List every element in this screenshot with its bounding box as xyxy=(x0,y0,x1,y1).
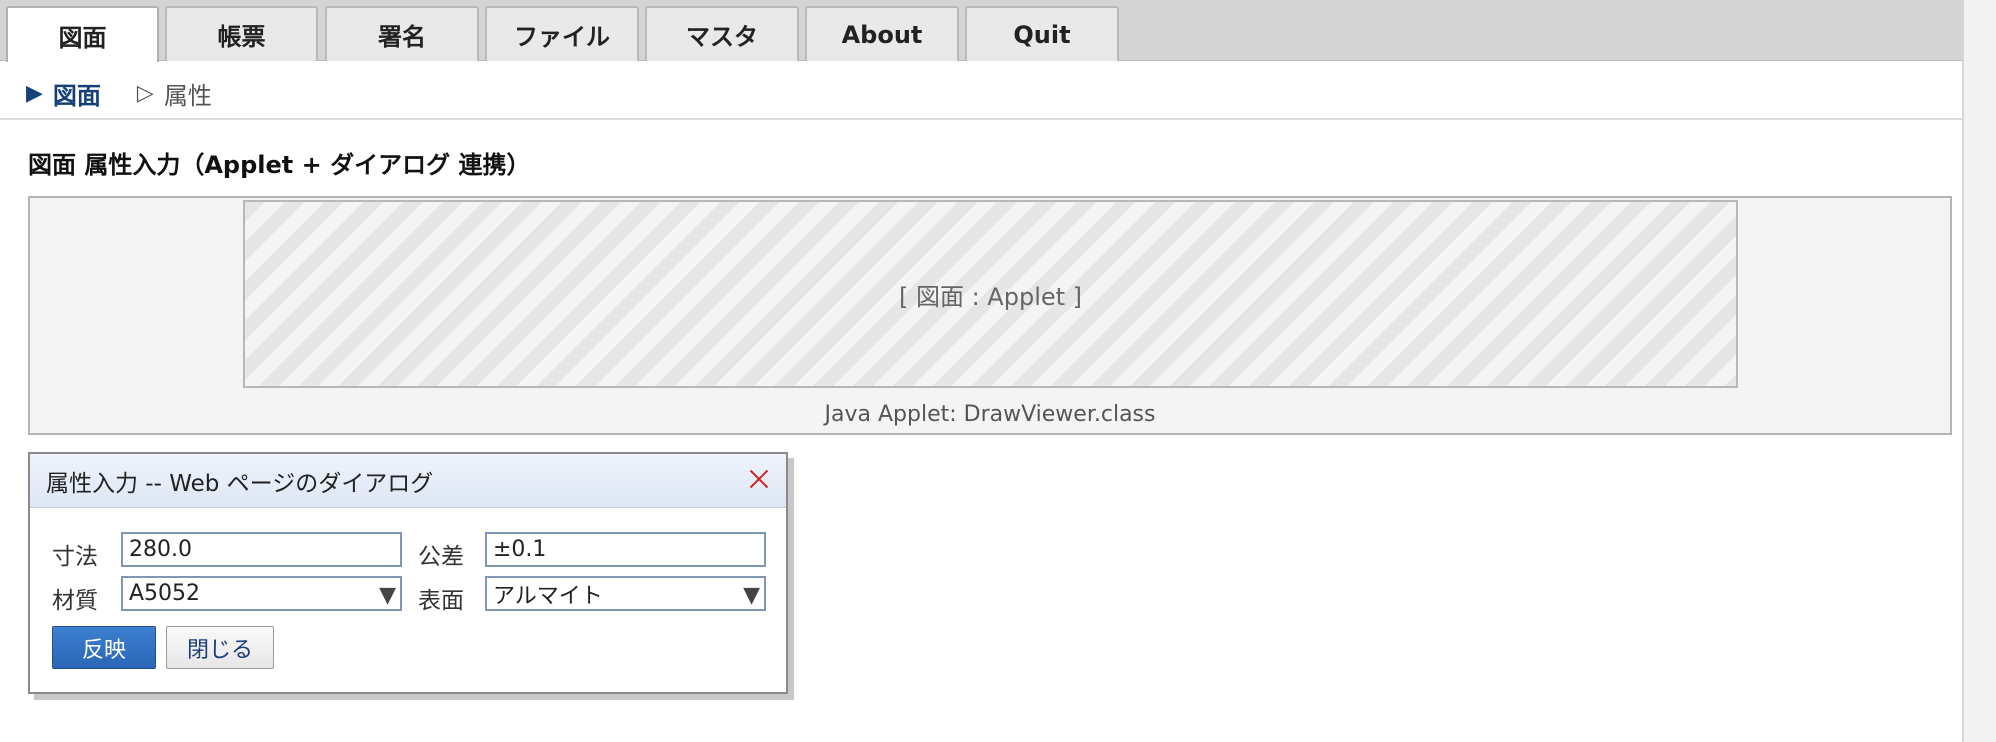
breadcrumb-current[interactable]: ▶ 図面 xyxy=(26,76,101,111)
attribute-dialog: 属性入力 -- Web ページのダイアログ 寸法 公差 材質 A5052 ▼ 表… xyxy=(28,452,788,694)
breadcrumb-next-label: 属性 xyxy=(163,81,212,110)
apply-button[interactable]: 反映 xyxy=(52,626,156,669)
dialog-title: 属性入力 -- Web ページのダイアログ xyxy=(46,470,434,497)
tab-master[interactable]: マスタ xyxy=(645,6,799,61)
vertical-scrollbar[interactable] xyxy=(1962,0,1996,742)
tab-quit[interactable]: Quit xyxy=(965,6,1119,61)
tab-file[interactable]: ファイル xyxy=(485,6,639,61)
material-select[interactable]: A5052 ▼ xyxy=(121,576,402,611)
surface-select-value: アルマイト xyxy=(493,583,603,609)
close-icon[interactable] xyxy=(746,466,772,492)
tab-shomei[interactable]: 署名 xyxy=(325,6,479,61)
tab-bar: 図面 帳票 署名 ファイル マスタ About Quit xyxy=(0,0,1962,62)
applet-placeholder-label: [ 図面 : Applet ] xyxy=(898,282,1083,311)
surface-select[interactable]: アルマイト ▼ xyxy=(485,576,766,611)
surface-label: 表面 xyxy=(418,588,464,614)
tab-zumen[interactable]: 図面 xyxy=(6,6,159,62)
applet-caption: Java Applet: DrawViewer.class xyxy=(824,402,1156,427)
applet-canvas[interactable]: [ 図面 : Applet ] xyxy=(243,200,1738,388)
dropdown-arrow-icon: ▼ xyxy=(743,583,760,608)
tab-about[interactable]: About xyxy=(805,6,959,61)
page: 図面 帳票 署名 ファイル マスタ About Quit ▶ 図面 ▷ 属性 図… xyxy=(0,0,1962,742)
breadcrumb-divider xyxy=(0,118,1962,120)
dimension-input[interactable] xyxy=(121,532,402,567)
dimension-label: 寸法 xyxy=(52,544,98,570)
page-title: 図面 属性入力（Applet + ダイアログ 連携） xyxy=(28,151,531,179)
breadcrumb-current-label: 図面 xyxy=(52,81,101,110)
triangle-right-filled-icon: ▶ xyxy=(26,80,43,106)
close-button[interactable]: 閉じる xyxy=(166,626,274,669)
material-label: 材質 xyxy=(52,588,98,614)
triangle-right-outline-icon: ▷ xyxy=(136,80,154,106)
tab-chohyo[interactable]: 帳票 xyxy=(165,6,318,61)
dialog-header[interactable]: 属性入力 -- Web ページのダイアログ xyxy=(30,454,786,508)
material-select-value: A5052 xyxy=(129,581,201,606)
breadcrumb: ▶ 図面 ▷ 属性 xyxy=(26,76,212,111)
applet-container: [ 図面 : Applet ] Java Applet: DrawViewer.… xyxy=(28,196,1952,435)
breadcrumb-next[interactable]: ▷ 属性 xyxy=(137,76,212,111)
tolerance-label: 公差 xyxy=(418,544,464,570)
tolerance-input[interactable] xyxy=(485,532,766,567)
dropdown-arrow-icon: ▼ xyxy=(379,583,396,608)
